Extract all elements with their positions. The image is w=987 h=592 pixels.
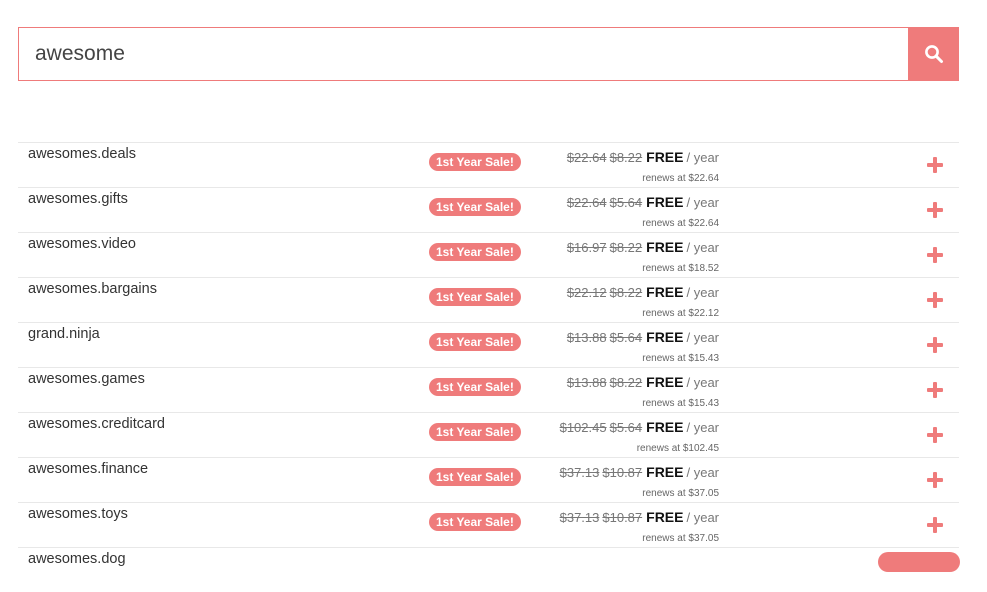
discounted-price: $8.22 xyxy=(609,150,643,165)
original-price: $22.64 xyxy=(566,150,607,165)
plus-icon[interactable] xyxy=(925,245,945,265)
price-line: $13.88 $8.22 FREE / year xyxy=(564,374,719,390)
price-period: / year xyxy=(686,510,719,525)
original-price: $13.88 xyxy=(566,375,607,390)
domain-name: awesomes.toys xyxy=(28,506,128,522)
sale-badge: 1st Year Sale! xyxy=(429,198,521,216)
original-price: $16.97 xyxy=(566,240,607,255)
free-price: FREE xyxy=(646,509,684,525)
domain-results-list: awesomes.deals 1st Year Sale! $22.64 $8.22 F… xyxy=(18,142,959,592)
plus-icon[interactable] xyxy=(925,425,945,445)
plus-icon[interactable] xyxy=(925,290,945,310)
domain-row: awesomes.finance 1st Year Sale! $37.13 $10.… xyxy=(18,457,959,502)
price-period: / year xyxy=(686,240,719,255)
original-price: $22.12 xyxy=(566,285,607,300)
discounted-price: $8.22 xyxy=(609,240,643,255)
free-price: FREE xyxy=(646,374,684,390)
price-line: $13.88 $5.64 FREE / year xyxy=(564,329,719,345)
original-price: $22.64 xyxy=(566,195,607,210)
original-price: $13.88 xyxy=(566,330,607,345)
discounted-price: $5.64 xyxy=(609,195,643,210)
sale-badge: 1st Year Sale! xyxy=(429,378,521,396)
domain-name: grand.ninja xyxy=(28,326,100,342)
sale-badge: 1st Year Sale! xyxy=(429,153,521,171)
renewal-price: renews at $37.05 xyxy=(642,533,719,544)
discounted-price: $8.22 xyxy=(609,285,643,300)
discounted-price: $5.64 xyxy=(609,330,643,345)
price-period: / year xyxy=(686,150,719,165)
add-to-cart-button[interactable] xyxy=(878,552,960,572)
domain-name: awesomes.deals xyxy=(28,146,136,162)
sale-badge: 1st Year Sale! xyxy=(429,243,521,261)
free-price: FREE xyxy=(646,284,684,300)
renewal-price: renews at $37.05 xyxy=(642,488,719,499)
domain-name: awesomes.creditcard xyxy=(28,416,165,432)
price-line: $22.64 $5.64 FREE / year xyxy=(564,194,719,210)
domain-name: awesomes.video xyxy=(28,236,136,252)
domain-row: awesomes.video 1st Year Sale! $16.97 $8.22 F… xyxy=(18,232,959,277)
sale-badge: 1st Year Sale! xyxy=(429,288,521,306)
domain-row: grand.ninja 1st Year Sale! $13.88 $5.64 FREE… xyxy=(18,322,959,367)
renewal-price: renews at $22.64 xyxy=(642,218,719,229)
price-line: $22.12 $8.22 FREE / year xyxy=(564,284,719,300)
price-period: / year xyxy=(686,465,719,480)
price-line: $37.13 $10.87 FREE / year xyxy=(557,464,719,480)
plus-icon[interactable] xyxy=(925,155,945,175)
free-price: FREE xyxy=(646,329,684,345)
domain-row: awesomes.creditcard 1st Year Sale! $102.45… xyxy=(18,412,959,457)
search-button[interactable] xyxy=(908,27,959,81)
original-price: $102.45 xyxy=(559,420,607,435)
search-input[interactable] xyxy=(18,27,908,81)
discounted-price: $10.87 xyxy=(602,465,643,480)
plus-icon[interactable] xyxy=(925,200,945,220)
price-period: / year xyxy=(686,420,719,435)
price-period: / year xyxy=(686,375,719,390)
original-price: $37.13 xyxy=(559,510,600,525)
renewal-price: renews at $22.12 xyxy=(642,308,719,319)
price-period: / year xyxy=(686,285,719,300)
discounted-price: $5.64 xyxy=(609,420,643,435)
discounted-price: $8.22 xyxy=(609,375,643,390)
renewal-price: renews at $22.64 xyxy=(642,173,719,184)
plus-icon[interactable] xyxy=(925,515,945,535)
discounted-price: $10.87 xyxy=(602,510,643,525)
sale-badge: 1st Year Sale! xyxy=(429,513,521,531)
domain-row: awesomes.dog xyxy=(18,547,959,592)
free-price: FREE xyxy=(646,464,684,480)
price-line: $37.13 $10.87 FREE / year xyxy=(557,509,719,525)
renewal-price: renews at $18.52 xyxy=(642,263,719,274)
search-bar xyxy=(18,27,959,81)
sale-badge: 1st Year Sale! xyxy=(429,333,521,351)
domain-name: awesomes.bargains xyxy=(28,281,157,297)
domain-name: awesomes.games xyxy=(28,371,145,387)
domain-name: awesomes.finance xyxy=(28,461,149,477)
renewal-price: renews at $15.43 xyxy=(642,353,719,364)
price-period: / year xyxy=(686,330,719,345)
domain-row: awesomes.bargains 1st Year Sale! $22.12 $8.… xyxy=(18,277,959,322)
price-period: / year xyxy=(686,195,719,210)
domain-row: awesomes.games 1st Year Sale! $13.88 $8.22 F… xyxy=(18,367,959,412)
domain-row: awesomes.gifts 1st Year Sale! $22.64 $5.64 F… xyxy=(18,187,959,232)
renewal-price: renews at $102.45 xyxy=(636,443,719,454)
renewal-price: renews at $15.43 xyxy=(642,398,719,409)
sale-badge: 1st Year Sale! xyxy=(429,423,521,441)
domain-name: awesomes.dog xyxy=(28,551,126,567)
search-icon xyxy=(924,45,943,63)
domain-row: awesomes.deals 1st Year Sale! $22.64 $8.22 F… xyxy=(18,142,959,187)
price-line: $102.45 $5.64 FREE / year xyxy=(557,419,719,435)
price-line: $16.97 $8.22 FREE / year xyxy=(564,239,719,255)
sale-badge: 1st Year Sale! xyxy=(429,468,521,486)
price-line: $22.64 $8.22 FREE / year xyxy=(564,149,719,165)
domain-name: awesomes.gifts xyxy=(28,191,128,207)
plus-icon[interactable] xyxy=(925,380,945,400)
original-price: $37.13 xyxy=(559,465,600,480)
plus-icon[interactable] xyxy=(925,335,945,355)
free-price: FREE xyxy=(646,194,684,210)
free-price: FREE xyxy=(646,149,684,165)
plus-icon[interactable] xyxy=(925,470,945,490)
free-price: FREE xyxy=(646,239,684,255)
domain-row: awesomes.toys 1st Year Sale! $37.13 $10.87 F… xyxy=(18,502,959,547)
free-price: FREE xyxy=(646,419,684,435)
